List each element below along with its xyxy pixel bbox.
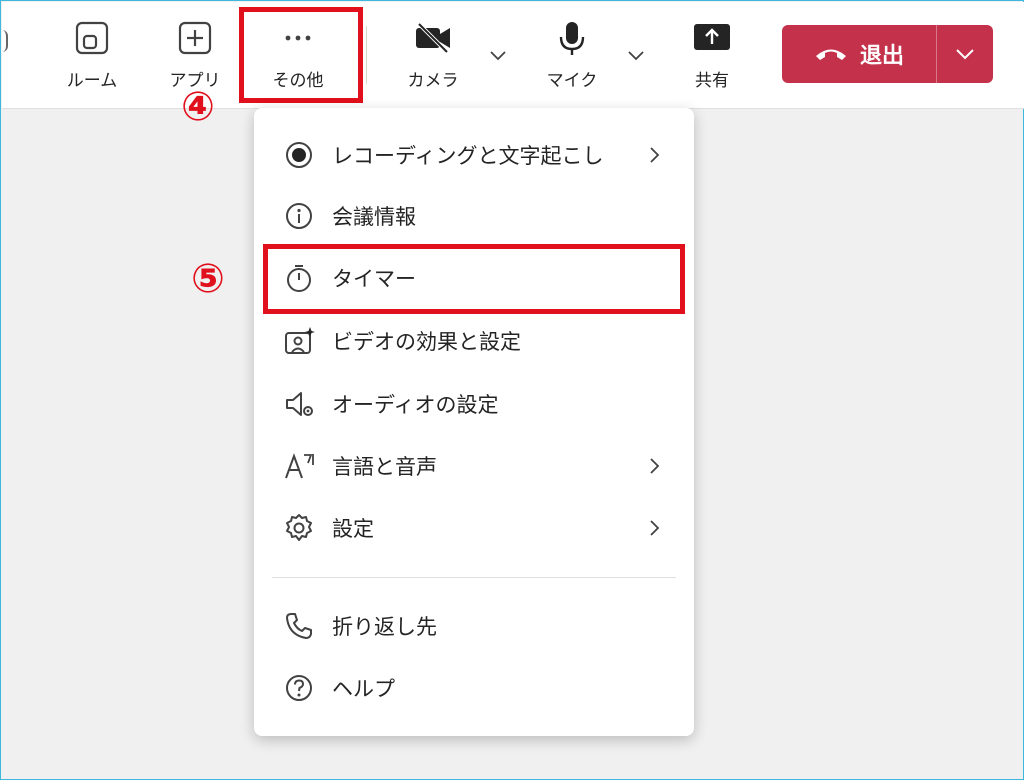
menu-item-label: オーディオの設定	[332, 393, 499, 417]
menu-item-help[interactable]: ヘルプ	[284, 668, 664, 708]
microphone-label: マイク	[546, 71, 598, 91]
room-label: ルーム	[66, 71, 118, 91]
microphone-icon	[559, 22, 585, 55]
room-button[interactable]: ルーム	[57, 20, 127, 91]
menu-item-audio-settings[interactable]: オーディオの設定	[284, 384, 664, 424]
language-icon	[284, 451, 318, 481]
share-label: 共有	[695, 71, 729, 91]
step-5-marker: ⑤	[191, 256, 225, 302]
hang-up-icon	[815, 49, 846, 60]
room-icon	[75, 21, 109, 55]
camera-off-icon	[416, 22, 450, 54]
gear-icon	[284, 513, 318, 543]
more-options-menu: レコーディングと文字起こし 会議情報 タイマー ビデオの効果と設定 オーディオの…	[254, 108, 694, 736]
toolbar-edge	[2, 30, 8, 52]
leave-options-button[interactable]	[937, 25, 993, 83]
help-icon	[284, 673, 318, 703]
toolbar-divider	[366, 26, 367, 84]
menu-item-label: ヘルプ	[332, 677, 395, 701]
screen-frame: ルーム アプリ その他 カメラ マイク 共有 退出 ④ レコーディングと文字起こ…	[0, 0, 1024, 780]
audio-settings-icon	[284, 389, 318, 419]
menu-item-language[interactable]: 言語と音声	[284, 446, 664, 486]
share-icon	[694, 24, 730, 50]
menu-item-label: ビデオの効果と設定	[332, 330, 521, 354]
chevron-right-icon	[650, 458, 660, 474]
microphone-button[interactable]: マイク	[537, 20, 607, 91]
chevron-down-icon	[956, 49, 974, 60]
menu-item-video-effects[interactable]: ビデオの効果と設定	[284, 321, 664, 361]
record-icon	[284, 140, 318, 170]
apps-icon	[178, 21, 212, 55]
highlight-timer-box	[263, 244, 685, 314]
menu-item-label: 設定	[332, 517, 374, 541]
menu-item-callback[interactable]: 折り返し先	[284, 606, 664, 646]
leave-button[interactable]: 退出	[782, 25, 936, 83]
menu-item-label: 会議情報	[332, 205, 416, 229]
phone-icon	[284, 611, 318, 641]
chevron-right-icon	[650, 147, 660, 163]
apps-button[interactable]: アプリ	[160, 20, 230, 91]
camera-options-chevron-icon[interactable]	[487, 44, 509, 66]
leave-label: 退出	[859, 44, 904, 69]
menu-item-settings[interactable]: 設定	[284, 508, 664, 548]
menu-item-recording[interactable]: レコーディングと文字起こし	[284, 135, 664, 175]
menu-separator	[272, 577, 676, 578]
menu-item-meeting-info[interactable]: 会議情報	[284, 196, 664, 236]
microphone-options-chevron-icon[interactable]	[625, 44, 647, 66]
camera-label: カメラ	[407, 71, 459, 91]
leave-button-group: 退出	[782, 25, 993, 83]
video-effects-icon	[284, 326, 318, 356]
camera-button[interactable]: カメラ	[398, 20, 468, 91]
menu-item-label: 折り返し先	[332, 615, 437, 639]
info-icon	[284, 201, 318, 231]
chevron-right-icon	[650, 520, 660, 536]
menu-item-label: 言語と音声	[332, 455, 437, 479]
step-4-marker: ④	[181, 84, 215, 130]
menu-item-label: レコーディングと文字起こし	[332, 144, 604, 168]
meeting-toolbar: ルーム アプリ その他 カメラ マイク 共有 退出	[2, 2, 1024, 109]
highlight-more-box	[239, 7, 363, 103]
share-button[interactable]: 共有	[677, 20, 747, 91]
